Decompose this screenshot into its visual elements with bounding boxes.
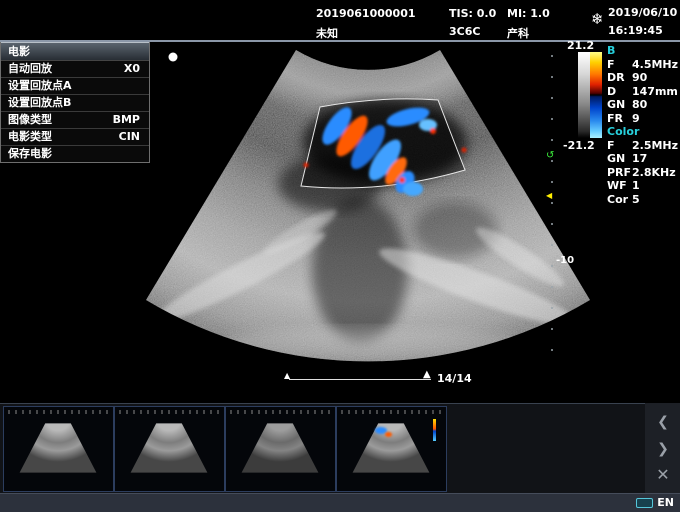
grayscale-bar [578,52,590,138]
b-mode-label: B [607,44,678,58]
param-row: F4.5MHz [607,58,678,72]
thumbnails-close-button[interactable]: ✕ [654,466,672,484]
exam-type: 产科 [507,25,529,41]
colorbar-max: 21.2 [567,39,594,52]
param-row: GN80 [607,98,678,112]
color-mode-label: Color [607,125,678,139]
keyboard-icon [636,498,653,508]
thumbnail-4[interactable] [336,406,447,492]
thumbnail-image [240,421,320,481]
param-row: FR9 [607,112,678,126]
slider-start-marker[interactable]: ▲ [284,371,290,380]
thumbnail-image [351,421,431,481]
thumbnail-1[interactable] [3,406,114,492]
thumbnail-image [18,421,98,481]
thumbnail-strip [0,403,680,494]
cine-slider-track[interactable] [289,379,431,380]
slider-handle[interactable]: ▲ [423,369,431,380]
thumbnail-doppler-speck [385,432,392,437]
status-bar: EN [0,493,680,512]
system-time: 16:19:45 [608,24,663,37]
frame-counter: 14/14 [437,372,472,385]
param-row: PRF2.8KHz [607,166,678,180]
param-row: GN17 [607,152,678,166]
thumbnail-2[interactable] [114,406,225,492]
param-row: Cor5 [607,193,678,207]
focus-marker-icon[interactable]: ◀ [546,191,552,200]
doppler-colorbar [590,52,602,138]
patient-id: 2019061000001 [316,7,416,20]
system-date: 2019/06/10 [608,6,677,19]
freeze-icon: ❄ [591,10,604,28]
thumbnail-colorbar [433,419,436,441]
param-row: WF1 [607,179,678,193]
param-row: F2.5MHz [607,139,678,153]
orientation-marker-dot [169,53,178,62]
depth-label: -10 [556,255,574,266]
thumbnail-nav-column: ❮ ❯ ✕ [645,403,680,493]
language-indicator[interactable]: EN [657,496,674,509]
probe-model: 3C6C [449,25,480,38]
thumbnails-next-button[interactable]: ❯ [654,440,672,458]
param-row: DR90 [607,71,678,85]
thumbnail-3[interactable] [225,406,336,492]
colorbar-min: -21.2 [563,139,595,152]
thumbnails-prev-button[interactable]: ❮ [654,413,672,431]
green-rotate-icon: ↺ [546,150,554,161]
param-row: D147mm [607,85,678,99]
mi-value: MI: 1.0 [507,7,550,20]
thumbnail-image [129,421,209,481]
tis-value: TIS: 0.0 [449,7,496,20]
top-info-bar: 2019061000001 未知 TIS: 0.0 3C6C MI: 1.0 产… [0,0,680,40]
depth-ruler [551,55,554,351]
patient-name: 未知 [316,25,338,41]
parameter-panel: B F4.5MHz DR90 D147mm GN80 FR9 Color F2.… [607,44,678,206]
